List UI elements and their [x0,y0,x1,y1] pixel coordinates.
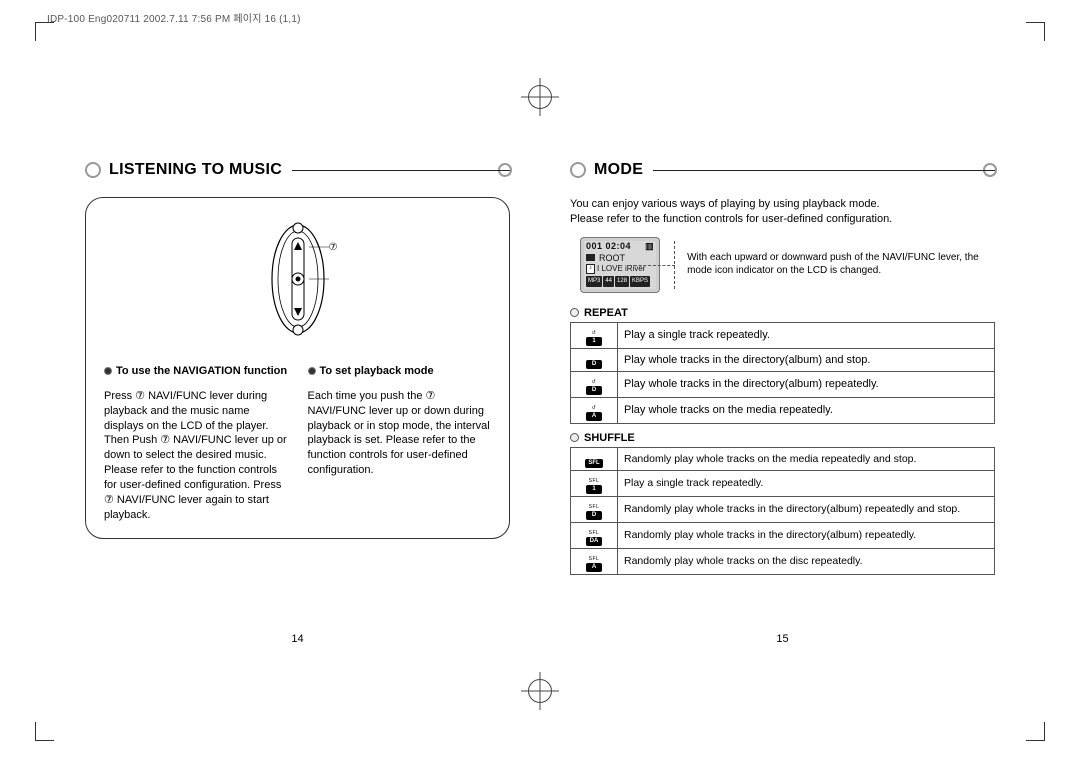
mode-icon-cell: ↺1 [571,322,618,348]
mode-description: Play whole tracks in the directory(album… [618,348,995,371]
mode-icon-cell: SFLD [571,496,618,522]
intro-line: You can enjoy various ways of playing by… [570,197,995,212]
section-title: MODE [594,161,643,179]
lcd-tag: MP3 [586,276,602,287]
table-row: SFL Randomly play whole tracks on the med… [571,447,995,470]
crop-mark [35,722,54,741]
annotation-text: With each upward or downward push of the… [674,241,995,289]
mode-icon: ↺D [586,380,602,395]
repeat-table: ↺1 Play a single track repeatedly. D Play w… [570,322,995,424]
table-row: SFLA Randomly play whole tracks on the di… [571,548,995,574]
bullet-icon [570,162,586,178]
mode-icon: D [586,354,602,369]
mode-icon: SFL1 [586,479,602,494]
registration-mark [528,85,552,109]
section-heading: LISTENING TO MUSIC [85,155,510,185]
table-row: SFL1 Play a single track repeatedly. [571,470,995,496]
mode-icon-cell: SFL [571,447,618,470]
mode-icon: ↺1 [586,331,602,346]
lcd-root: ROOT [599,253,625,263]
intro-line: Please refer to the function controls fo… [570,212,995,227]
mode-description: Play whole tracks on the media repeatedl… [618,397,995,423]
subheading-text: To use the NAVIGATION function [116,364,287,379]
subheading: To use the NAVIGATION function [104,364,288,379]
device-illustration: ⑦ [104,220,491,340]
bullet-icon [570,308,579,317]
mode-icon-cell: ↺A [571,397,618,423]
table-row: ↺A Play whole tracks on the media repeate… [571,397,995,423]
page-number: 15 [570,633,995,645]
mode-icon-cell: SFL1 [571,470,618,496]
table-row: SFLD Randomly play whole tracks in the di… [571,496,995,522]
mode-icon-cell: D [571,348,618,371]
mode-description: Play whole tracks in the directory(album… [618,371,995,397]
note-icon: ♪ [586,264,595,274]
table-row: ↺D Play whole tracks in the directory(alb… [571,371,995,397]
body-text: Each time you push the ⑦ NAVI/FUNC lever… [308,389,492,478]
section-title: LISTENING TO MUSIC [109,161,282,179]
mode-icon-cell: SFLDA [571,522,618,548]
table-row: ↺1 Play a single track repeatedly. [571,322,995,348]
table-row: D Play whole tracks in the directory(albu… [571,348,995,371]
mode-icon: ↺A [586,406,602,421]
intro-text: You can enjoy various ways of playing by… [570,197,995,227]
mode-description: Randomly play whole tracks in the direct… [618,522,995,548]
mode-icon: SFL [585,453,602,468]
lcd-tag: 128 [615,276,629,287]
lcd-tag: 44 [603,276,614,287]
file-metadata: IDP-100 Eng020711 2002.7.11 7:56 PM 페이지 … [47,10,301,25]
mode-description: Randomly play whole tracks in the direct… [618,496,995,522]
bullet-icon [85,162,101,178]
mode-description: Randomly play whole tracks on the disc r… [618,548,995,574]
mode-icon: SFLA [586,557,602,572]
crop-mark [1026,722,1045,741]
group-label: REPEAT [570,307,995,319]
crop-mark [1026,22,1045,41]
bullet-icon [104,367,112,375]
page-right: MODE You can enjoy various ways of playi… [570,155,995,613]
shuffle-table: SFL Randomly play whole tracks on the med… [570,447,995,575]
folder-icon [586,254,595,261]
lcd-time: 001 02:04 [586,241,631,252]
bullet-icon [570,433,579,442]
mode-icon-cell: ↺D [571,371,618,397]
mode-description: Randomly play whole tracks on the media … [618,447,995,470]
subheading-text: To set playback mode [320,364,434,379]
lcd-tag: KBPS [630,276,650,287]
crop-mark [35,22,54,41]
subheading: To set playback mode [308,364,492,379]
table-row: SFLDA Randomly play whole tracks in the d… [571,522,995,548]
mode-description: Play a single track repeatedly. [618,470,995,496]
group-label: SHUFFLE [570,432,995,444]
content-panel: ⑦ To use the NAVIGATION function Press ⑦… [85,197,510,539]
page-number: 14 [85,633,510,645]
battery-icon: ▥ [645,241,654,252]
callout-number: ⑦ [328,242,337,253]
body-text: Press ⑦ NAVI/FUNC lever during playback … [104,389,288,523]
mode-icon: SFLDA [586,531,602,546]
section-heading: MODE [570,155,995,185]
page-left: LISTENING TO MUSIC ⑦ [85,155,510,613]
mode-icon: SFLD [586,505,602,520]
bullet-icon [308,367,316,375]
mode-icon-cell: SFLA [571,548,618,574]
mode-description: Play a single track repeatedly. [618,322,995,348]
registration-mark [528,679,552,703]
